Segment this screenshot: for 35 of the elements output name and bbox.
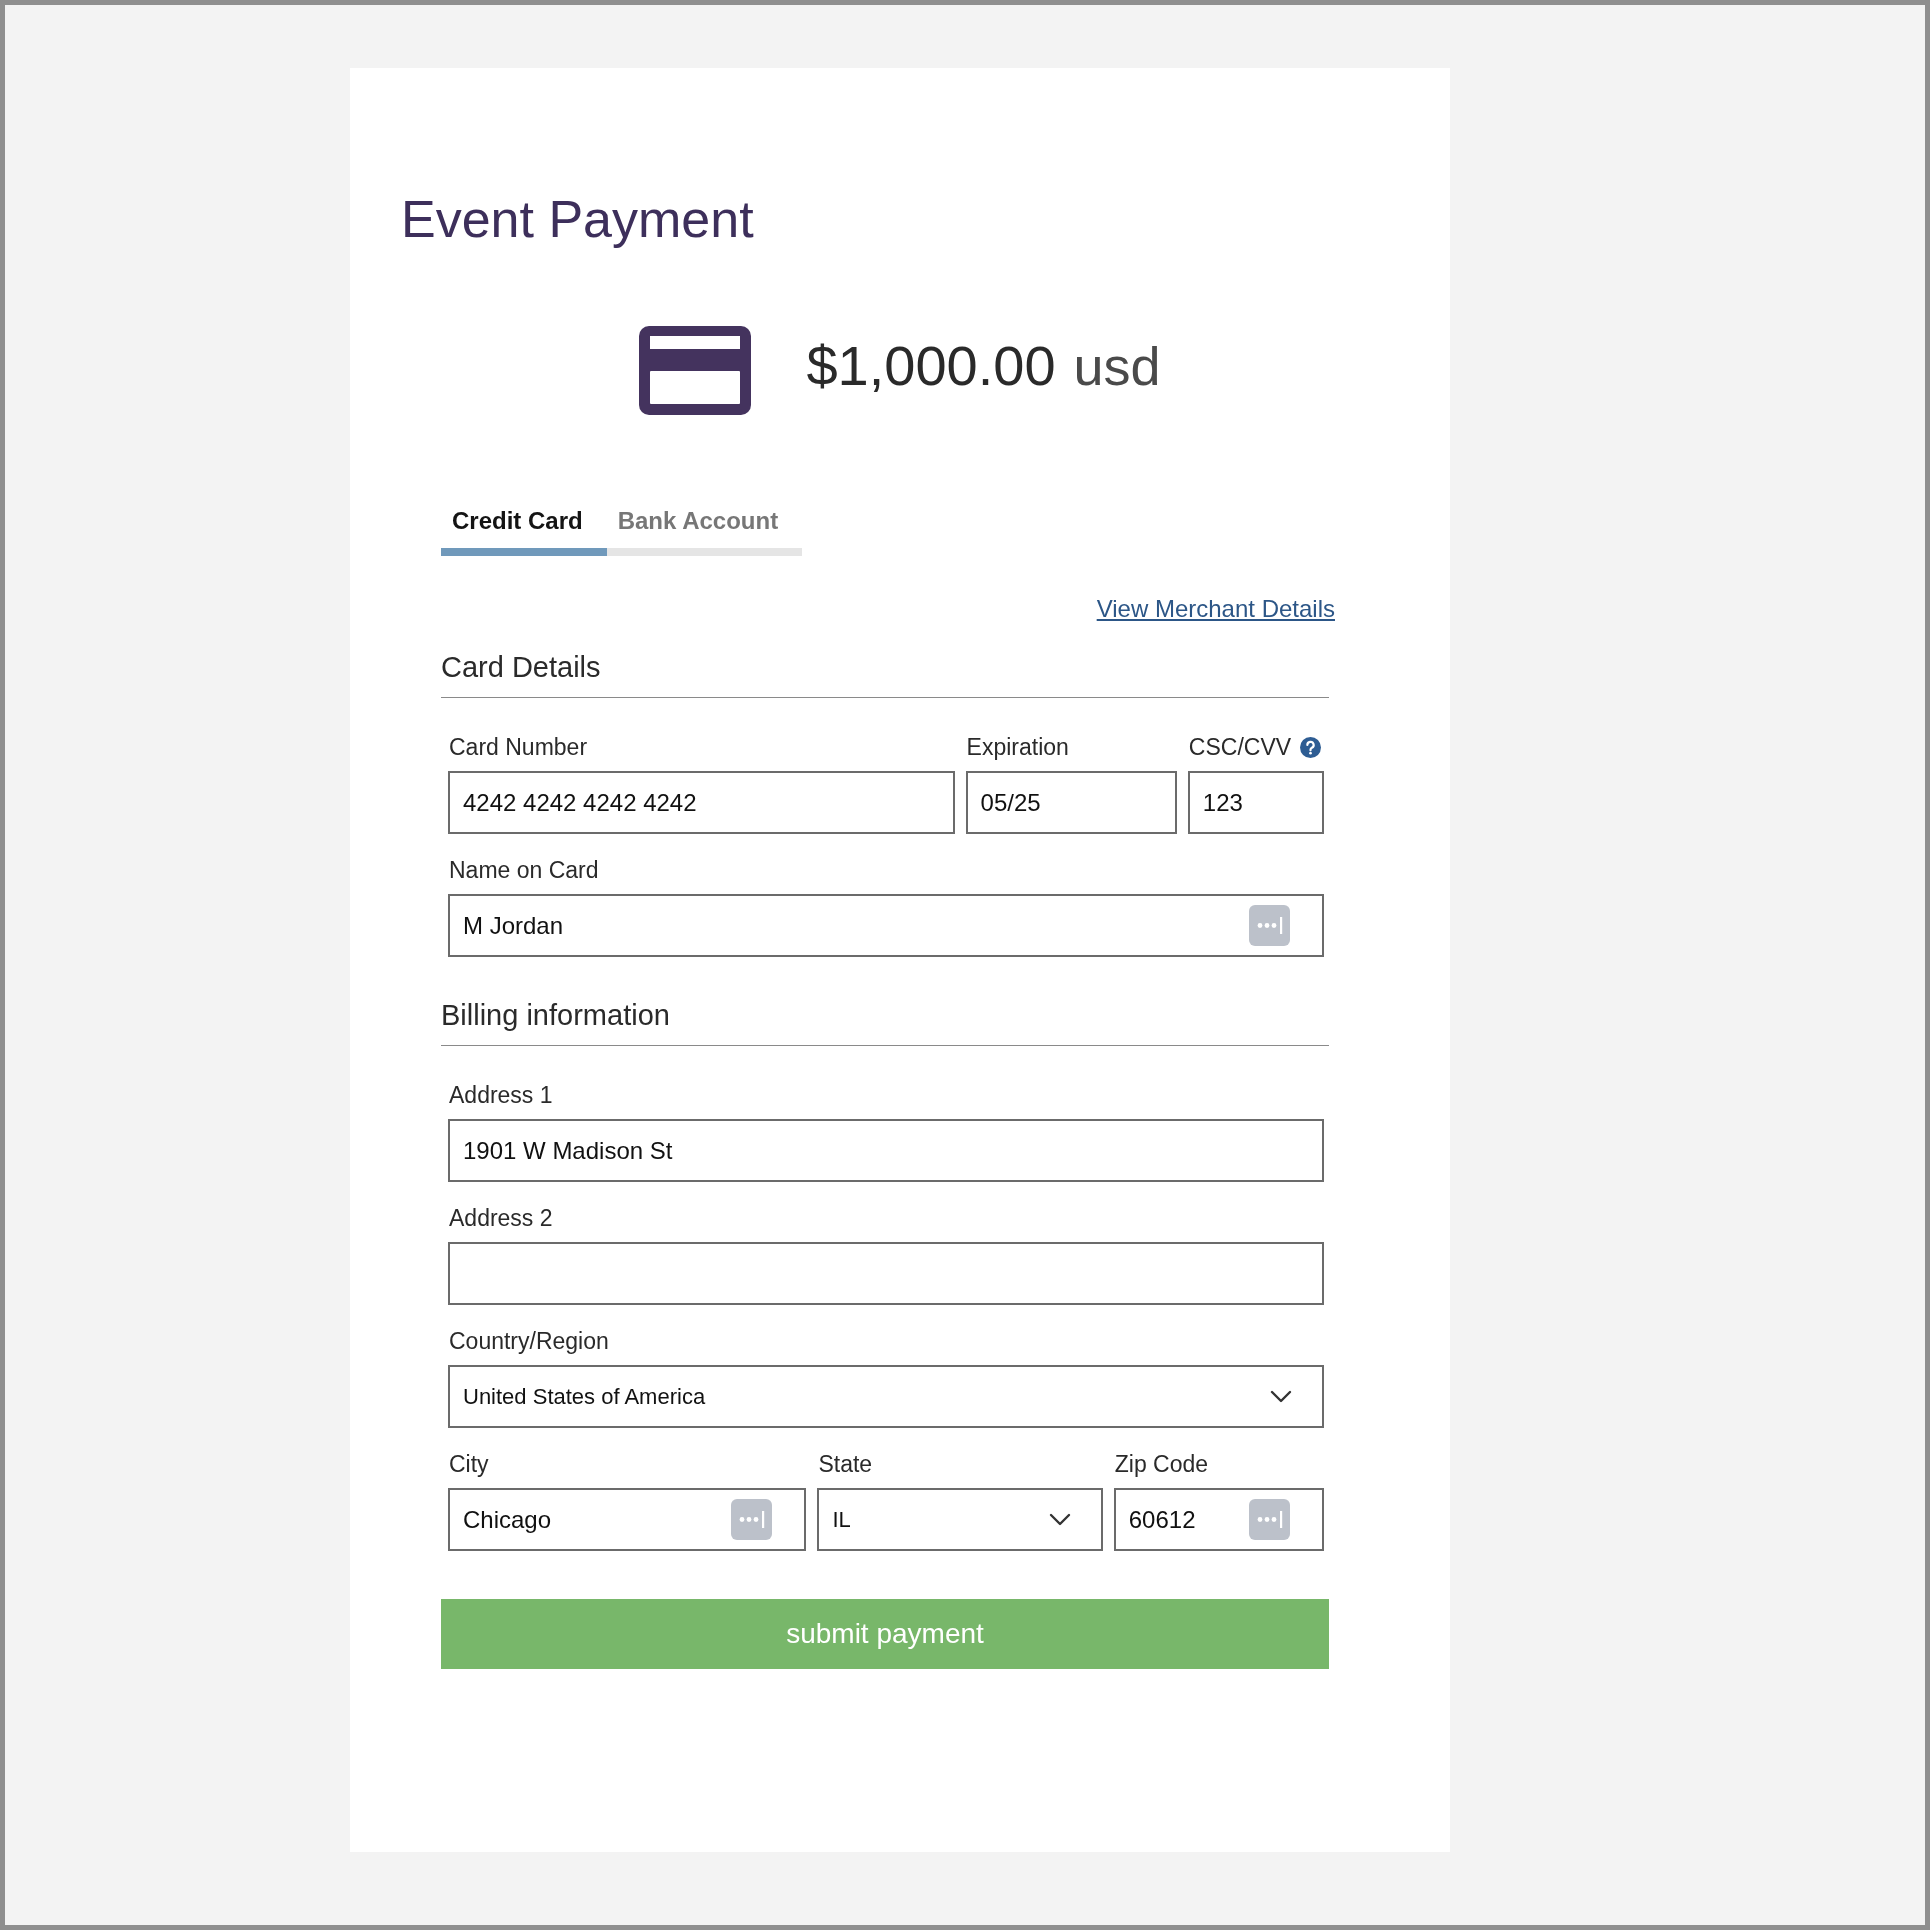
field-label: Country/Region [448,1327,609,1356]
merchant-details-link[interactable]: View Merchant Details [1096,594,1335,624]
currency-code: usd [1073,334,1161,398]
field-label: Address 2 [448,1204,553,1233]
input-field[interactable] [448,1242,1324,1305]
input-field[interactable]: M Jordan [448,894,1324,957]
dots-cursor-icon[interactable] [731,1499,773,1540]
input-field[interactable]: 05/25 [965,771,1177,834]
field-label: Zip Code [1113,1450,1209,1479]
input-field[interactable]: 60612 [1113,1488,1324,1551]
field-label: CSC/CVV [1187,733,1292,762]
input-field[interactable]: Chicago [448,1488,807,1551]
input-field[interactable]: 4242 4242 4242 4242 [448,771,955,834]
field-label: Card Number [448,733,588,762]
page-title: Event Payment [401,189,754,250]
input-field[interactable]: 1901 W Madison St [448,1119,1324,1182]
dots-cursor-icon[interactable] [1249,905,1290,946]
amount-value: $1,000.00 [806,332,1056,399]
tab[interactable]: Bank Account [606,506,803,556]
dots-cursor-icon[interactable] [1249,1499,1290,1540]
dropdown[interactable]: IL [817,1488,1103,1551]
input-field[interactable]: 123 [1187,771,1324,834]
chevron-down-icon [1048,1513,1071,1526]
section-heading: Card Details [441,650,601,685]
field-label: City [448,1450,489,1479]
field-label: Expiration [965,733,1069,762]
section-heading: Billing information [441,998,670,1033]
tab[interactable]: Credit Card [441,506,607,556]
field-label: Name on Card [448,856,599,885]
help-icon[interactable] [1300,736,1321,758]
field-label: Address 1 [448,1081,553,1110]
dropdown[interactable]: United States of America [448,1365,1324,1428]
credit-card-icon [639,326,752,415]
field-label: State [817,1450,873,1479]
chevron-down-icon [1270,1390,1292,1403]
